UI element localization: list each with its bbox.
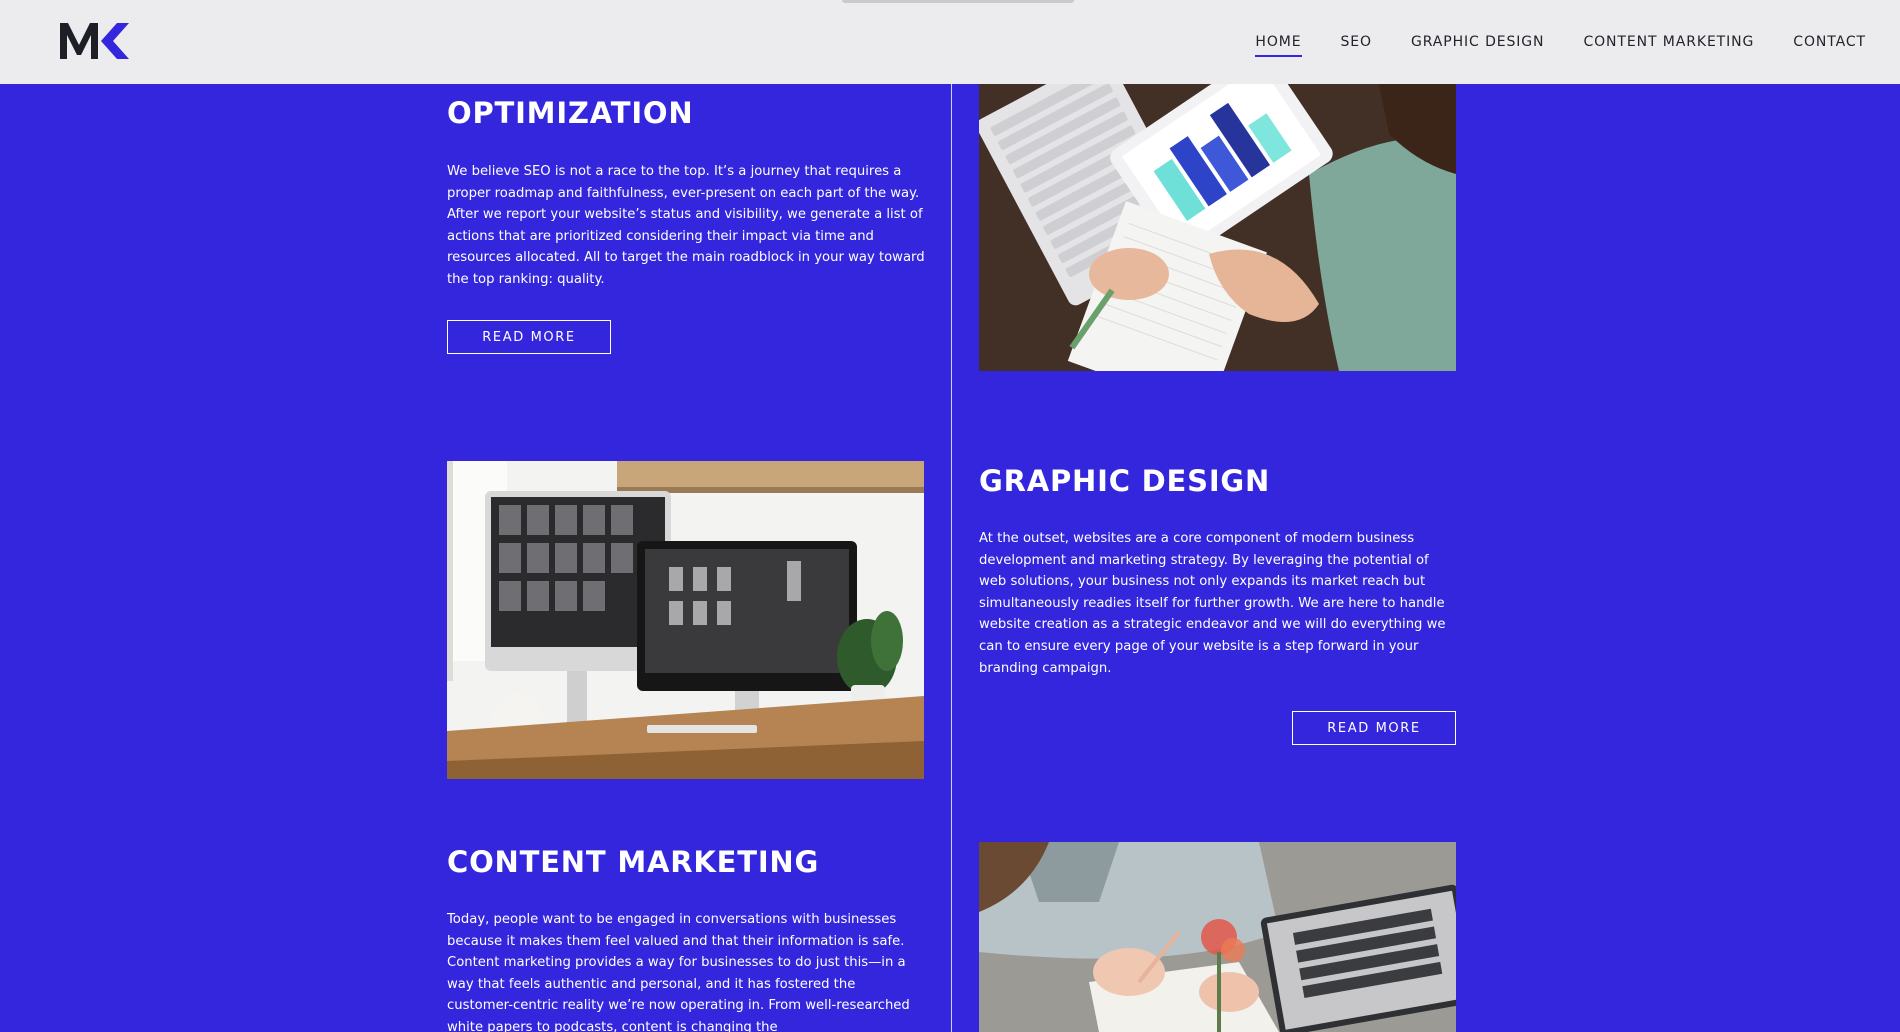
mk-logo[interactable] xyxy=(60,19,134,63)
seo-section-text: We believe SEO is not a race to the top.… xyxy=(447,164,925,287)
nav-contact[interactable]: CONTACT xyxy=(1793,34,1866,50)
graphic-design-section-text: At the outset, websites are a core compo… xyxy=(979,531,1446,676)
content-marketing-section-text: Today, people want to be engaged in conv… xyxy=(447,912,910,1032)
logo-letter-m xyxy=(60,23,98,59)
graphic-design-section-title: GRAPHIC DESIGN xyxy=(979,464,1271,498)
content-marketing-photo xyxy=(979,842,1456,1032)
seo-read-more-button[interactable]: READ MORE xyxy=(447,320,611,354)
header-pull-tab xyxy=(842,0,1074,3)
nav-graphic-design[interactable]: GRAPHIC DESIGN xyxy=(1411,34,1544,50)
graphic-design-photo xyxy=(447,461,924,779)
site-header: HOME SEO GRAPHIC DESIGN CONTENT MARKETIN… xyxy=(0,0,1900,84)
seo-section-title: OPTIMIZATION xyxy=(447,96,694,130)
nav-seo[interactable]: SEO xyxy=(1341,34,1372,50)
graphic-design-read-more-button[interactable]: READ MORE xyxy=(1292,711,1456,745)
page: HOME SEO GRAPHIC DESIGN CONTENT MARKETIN… xyxy=(0,0,1900,1032)
nav-content-marketing[interactable]: CONTENT MARKETING xyxy=(1583,34,1754,50)
seo-photo xyxy=(979,84,1456,371)
logo-letter-k xyxy=(101,23,129,59)
column-divider xyxy=(951,84,952,1032)
content-marketing-section-title: CONTENT MARKETING xyxy=(447,845,820,879)
main-nav: HOME SEO GRAPHIC DESIGN CONTENT MARKETIN… xyxy=(1216,0,1866,84)
nav-home[interactable]: HOME xyxy=(1255,34,1302,57)
